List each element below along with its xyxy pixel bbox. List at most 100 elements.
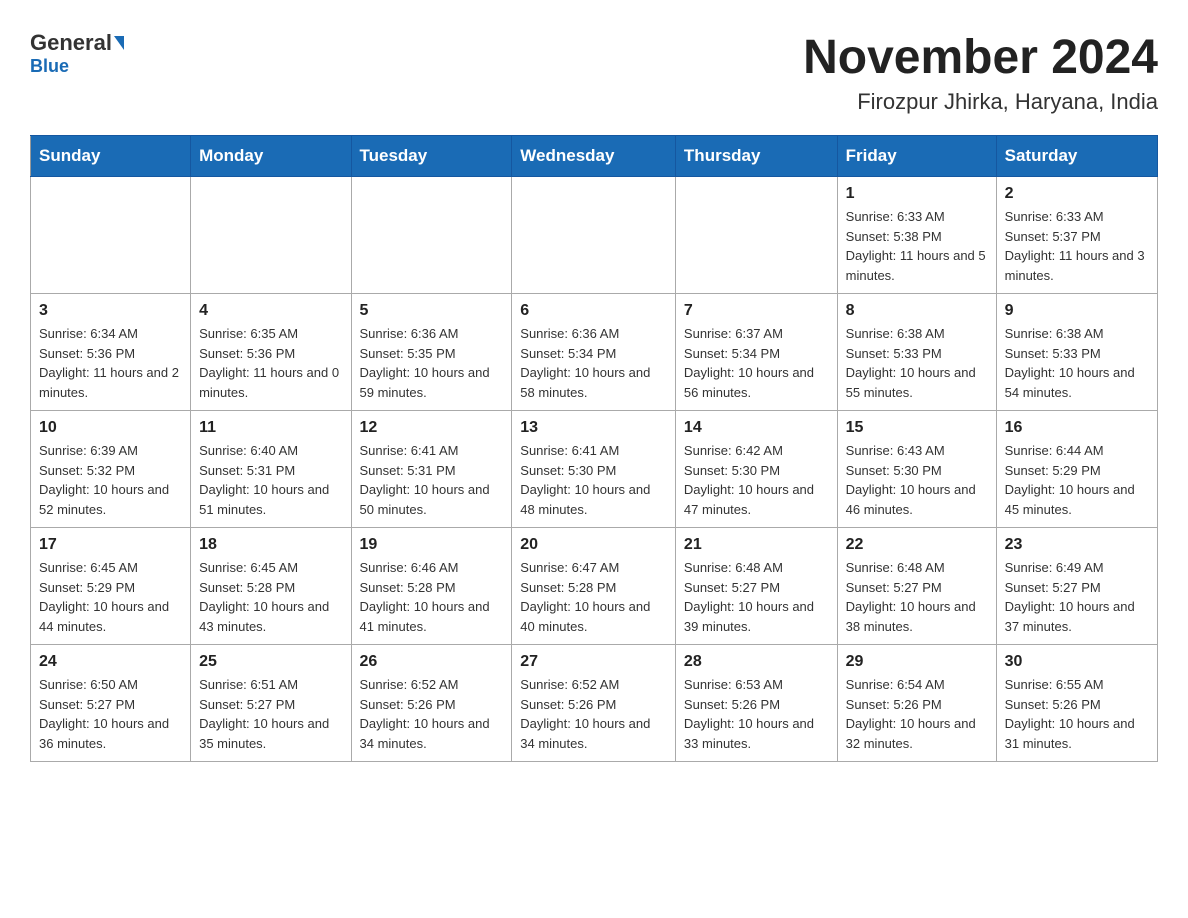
day-number: 4 [199,302,342,320]
day-number: 25 [199,653,342,671]
day-number: 6 [520,302,667,320]
day-number: 15 [846,419,988,437]
day-cell: 20 Sunrise: 6:47 AM Sunset: 5:28 PM Dayli… [512,528,676,645]
col-header-monday: Monday [191,136,351,177]
day-info: Sunrise: 6:52 AM Sunset: 5:26 PM Dayligh… [520,675,667,753]
day-info: Sunrise: 6:33 AM Sunset: 5:38 PM Dayligh… [846,207,988,285]
day-info: Sunrise: 6:49 AM Sunset: 5:27 PM Dayligh… [1005,558,1149,636]
day-cell: 5 Sunrise: 6:36 AM Sunset: 5:35 PM Daylig… [351,294,512,411]
day-number: 14 [684,419,829,437]
day-info: Sunrise: 6:39 AM Sunset: 5:32 PM Dayligh… [39,441,182,519]
day-info: Sunrise: 6:47 AM Sunset: 5:28 PM Dayligh… [520,558,667,636]
day-info: Sunrise: 6:33 AM Sunset: 5:37 PM Dayligh… [1005,207,1149,285]
calendar-table: SundayMondayTuesdayWednesdayThursdayFrid… [30,135,1158,762]
day-cell: 16 Sunrise: 6:44 AM Sunset: 5:29 PM Dayli… [996,411,1157,528]
logo-general: General [30,30,112,56]
day-number: 13 [520,419,667,437]
day-info: Sunrise: 6:53 AM Sunset: 5:26 PM Dayligh… [684,675,829,753]
day-cell: 10 Sunrise: 6:39 AM Sunset: 5:32 PM Dayli… [31,411,191,528]
day-cell [191,177,351,294]
month-title: November 2024 [803,30,1158,85]
col-header-wednesday: Wednesday [512,136,676,177]
logo-text: General [30,30,124,56]
day-info: Sunrise: 6:46 AM Sunset: 5:28 PM Dayligh… [360,558,504,636]
calendar-header-row: SundayMondayTuesdayWednesdayThursdayFrid… [31,136,1158,177]
day-number: 22 [846,536,988,554]
day-cell: 24Sunrise: 6:50 AM Sunset: 5:27 PM Dayli… [31,645,191,762]
day-number: 19 [360,536,504,554]
day-number: 28 [684,653,829,671]
day-cell: 11 Sunrise: 6:40 AM Sunset: 5:31 PM Dayli… [191,411,351,528]
col-header-friday: Friday [837,136,996,177]
week-row-4: 17 Sunrise: 6:45 AM Sunset: 5:29 PM Dayli… [31,528,1158,645]
day-info: Sunrise: 6:45 AM Sunset: 5:29 PM Dayligh… [39,558,182,636]
day-cell: 25 Sunrise: 6:51 AM Sunset: 5:27 PM Dayli… [191,645,351,762]
week-row-2: 3 Sunrise: 6:34 AM Sunset: 5:36 PM Daylig… [31,294,1158,411]
week-row-5: 24Sunrise: 6:50 AM Sunset: 5:27 PM Dayli… [31,645,1158,762]
day-cell: 6 Sunrise: 6:36 AM Sunset: 5:34 PM Daylig… [512,294,676,411]
day-info: Sunrise: 6:38 AM Sunset: 5:33 PM Dayligh… [1005,324,1149,402]
day-cell: 7 Sunrise: 6:37 AM Sunset: 5:34 PM Daylig… [675,294,837,411]
day-info: Sunrise: 6:43 AM Sunset: 5:30 PM Dayligh… [846,441,988,519]
day-number: 5 [360,302,504,320]
day-number: 12 [360,419,504,437]
col-header-tuesday: Tuesday [351,136,512,177]
day-cell: 1Sunrise: 6:33 AM Sunset: 5:38 PM Daylig… [837,177,996,294]
day-info: Sunrise: 6:36 AM Sunset: 5:35 PM Dayligh… [360,324,504,402]
day-cell: 14 Sunrise: 6:42 AM Sunset: 5:30 PM Dayli… [675,411,837,528]
day-info: Sunrise: 6:38 AM Sunset: 5:33 PM Dayligh… [846,324,988,402]
day-cell [351,177,512,294]
day-info: Sunrise: 6:51 AM Sunset: 5:27 PM Dayligh… [199,675,342,753]
day-info: Sunrise: 6:42 AM Sunset: 5:30 PM Dayligh… [684,441,829,519]
day-number: 24 [39,653,182,671]
day-info: Sunrise: 6:48 AM Sunset: 5:27 PM Dayligh… [684,558,829,636]
day-info: Sunrise: 6:40 AM Sunset: 5:31 PM Dayligh… [199,441,342,519]
week-row-1: 1Sunrise: 6:33 AM Sunset: 5:38 PM Daylig… [31,177,1158,294]
day-info: Sunrise: 6:48 AM Sunset: 5:27 PM Dayligh… [846,558,988,636]
logo: General Blue [30,30,124,77]
day-cell [675,177,837,294]
day-cell [31,177,191,294]
logo-blue: Blue [30,56,69,77]
day-number: 18 [199,536,342,554]
day-cell: 28 Sunrise: 6:53 AM Sunset: 5:26 PM Dayli… [675,645,837,762]
day-info: Sunrise: 6:37 AM Sunset: 5:34 PM Dayligh… [684,324,829,402]
day-cell: 13Sunrise: 6:41 AM Sunset: 5:30 PM Dayli… [512,411,676,528]
day-info: Sunrise: 6:36 AM Sunset: 5:34 PM Dayligh… [520,324,667,402]
day-number: 3 [39,302,182,320]
day-cell: 29Sunrise: 6:54 AM Sunset: 5:26 PM Dayli… [837,645,996,762]
day-number: 11 [199,419,342,437]
day-number: 9 [1005,302,1149,320]
day-number: 7 [684,302,829,320]
day-cell: 18Sunrise: 6:45 AM Sunset: 5:28 PM Dayli… [191,528,351,645]
day-number: 16 [1005,419,1149,437]
day-number: 23 [1005,536,1149,554]
day-info: Sunrise: 6:41 AM Sunset: 5:31 PM Dayligh… [360,441,504,519]
day-cell: 3 Sunrise: 6:34 AM Sunset: 5:36 PM Daylig… [31,294,191,411]
day-cell: 17 Sunrise: 6:45 AM Sunset: 5:29 PM Dayli… [31,528,191,645]
day-info: Sunrise: 6:52 AM Sunset: 5:26 PM Dayligh… [360,675,504,753]
day-info: Sunrise: 6:34 AM Sunset: 5:36 PM Dayligh… [39,324,182,402]
day-info: Sunrise: 6:44 AM Sunset: 5:29 PM Dayligh… [1005,441,1149,519]
day-info: Sunrise: 6:54 AM Sunset: 5:26 PM Dayligh… [846,675,988,753]
day-cell: 2Sunrise: 6:33 AM Sunset: 5:37 PM Daylig… [996,177,1157,294]
day-number: 26 [360,653,504,671]
day-cell: 4 Sunrise: 6:35 AM Sunset: 5:36 PM Daylig… [191,294,351,411]
col-header-sunday: Sunday [31,136,191,177]
day-number: 21 [684,536,829,554]
location-label: Firozpur Jhirka, Haryana, India [803,89,1158,115]
day-cell: 21 Sunrise: 6:48 AM Sunset: 5:27 PM Dayli… [675,528,837,645]
day-cell: 15 Sunrise: 6:43 AM Sunset: 5:30 PM Dayli… [837,411,996,528]
logo-triangle-icon [114,36,124,50]
day-cell: 23 Sunrise: 6:49 AM Sunset: 5:27 PM Dayli… [996,528,1157,645]
day-number: 17 [39,536,182,554]
day-info: Sunrise: 6:55 AM Sunset: 5:26 PM Dayligh… [1005,675,1149,753]
day-number: 8 [846,302,988,320]
day-cell: 30Sunrise: 6:55 AM Sunset: 5:26 PM Dayli… [996,645,1157,762]
day-cell [512,177,676,294]
col-header-saturday: Saturday [996,136,1157,177]
day-number: 10 [39,419,182,437]
day-info: Sunrise: 6:35 AM Sunset: 5:36 PM Dayligh… [199,324,342,402]
day-number: 20 [520,536,667,554]
page-header: General Blue November 2024 Firozpur Jhir… [30,30,1158,115]
